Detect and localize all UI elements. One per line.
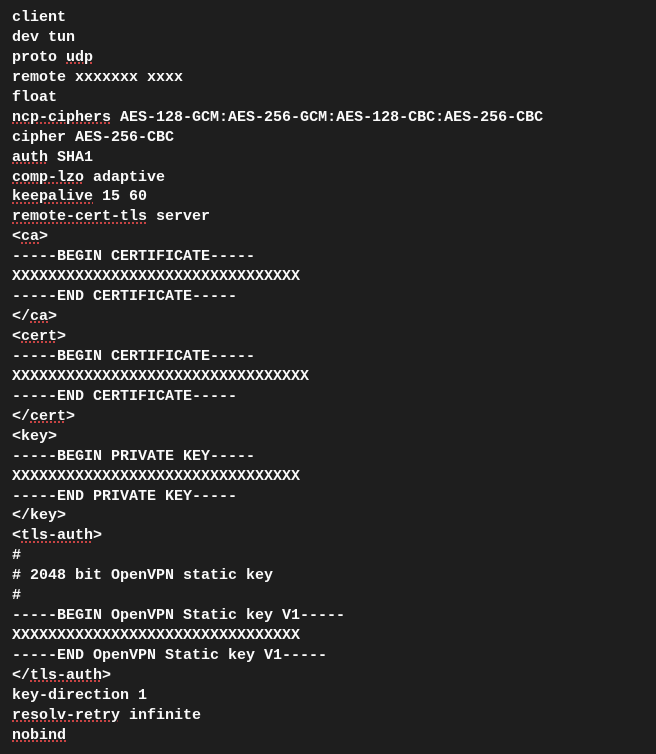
config-text: -----END OpenVPN Static key V1----- [12,647,327,664]
config-text: > [93,527,102,544]
spell-underline-text: keepalive [12,188,93,205]
config-line: ncp-ciphers AES-128-GCM:AES-256-GCM:AES-… [12,108,644,128]
config-text: -----END PRIVATE KEY----- [12,488,237,505]
config-line: # 2048 bit OpenVPN static key [12,566,644,586]
config-text: <key> [12,428,57,445]
config-line: -----BEGIN CERTIFICATE----- [12,347,644,367]
config-line: resolv-retry infinite [12,706,644,726]
spell-underline-text: remote-cert-tls [12,208,147,225]
config-text: </ [12,408,30,425]
config-line: nobind [12,726,644,746]
config-line: -----END OpenVPN Static key V1----- [12,646,644,666]
config-text: AES-128-GCM:AES-256-GCM:AES-128-CBC:AES-… [111,109,543,126]
config-text: </ [12,308,30,325]
config-line: <cert> [12,327,644,347]
config-line: <tls-auth> [12,526,644,546]
config-text: > [48,308,57,325]
config-text: > [102,667,111,684]
config-text: client [12,9,66,26]
config-line: -----BEGIN OpenVPN Static key V1----- [12,606,644,626]
config-text: # [12,587,21,604]
spell-underline-text: tls-auth [21,527,93,544]
config-text: -----END CERTIFICATE----- [12,288,237,305]
config-line: </tls-auth> [12,666,644,686]
config-line: <key> [12,427,644,447]
config-line: auth SHA1 [12,148,644,168]
spell-underline-text: udp [66,49,93,66]
spell-underline-text: tls-auth [30,667,102,684]
config-text: remote xxxxxxx xxxx [12,69,183,86]
config-text: cipher AES-256-CBC [12,129,174,146]
config-line: -----END PRIVATE KEY----- [12,487,644,507]
config-text: key-direction 1 [12,687,147,704]
config-line: key-direction 1 [12,686,644,706]
config-text: # [12,547,21,564]
config-line: dev tun [12,28,644,48]
config-line: </ca> [12,307,644,327]
config-line: # [12,586,644,606]
spell-underline-text: cert [30,408,66,425]
config-line: remote-cert-tls server [12,207,644,227]
config-text: < [12,228,21,245]
config-line: XXXXXXXXXXXXXXXXXXXXXXXXXXXXXXXX [12,626,644,646]
config-line: cipher AES-256-CBC [12,128,644,148]
config-line: -----END CERTIFICATE----- [12,387,644,407]
config-text: XXXXXXXXXXXXXXXXXXXXXXXXXXXXXXXX [12,468,300,485]
config-text: float [12,89,57,106]
config-text: </ [12,667,30,684]
config-text: -----BEGIN CERTIFICATE----- [12,348,255,365]
config-line: -----BEGIN PRIVATE KEY----- [12,447,644,467]
spell-underline-text: nobind [12,727,66,744]
config-text: dev tun [12,29,75,46]
openvpn-config-view: clientdev tunproto udpremote xxxxxxx xxx… [12,8,644,746]
config-text: -----END CERTIFICATE----- [12,388,237,405]
config-text: </key> [12,507,66,524]
spell-underline-text: comp-lzo [12,169,84,186]
config-text: SHA1 [48,149,93,166]
config-text: > [66,408,75,425]
spell-underline-text: ca [30,308,48,325]
spell-underline-text: cert [21,328,57,345]
config-text: -----BEGIN CERTIFICATE----- [12,248,255,265]
config-text: XXXXXXXXXXXXXXXXXXXXXXXXXXXXXXXXX [12,368,309,385]
config-line: XXXXXXXXXXXXXXXXXXXXXXXXXXXXXXXX [12,267,644,287]
config-line: remote xxxxxxx xxxx [12,68,644,88]
config-line: -----BEGIN CERTIFICATE----- [12,247,644,267]
config-text: # 2048 bit OpenVPN static key [12,567,273,584]
config-line: float [12,88,644,108]
config-line: XXXXXXXXXXXXXXXXXXXXXXXXXXXXXXXX [12,467,644,487]
config-text: < [12,527,21,544]
spell-underline-text: auth [12,149,48,166]
spell-underline-text: resolv-retry [12,707,120,724]
config-line: # [12,546,644,566]
config-line: </key> [12,506,644,526]
config-text: server [147,208,210,225]
config-text: -----BEGIN OpenVPN Static key V1----- [12,607,345,624]
config-text: < [12,328,21,345]
config-line: </cert> [12,407,644,427]
config-line: -----END CERTIFICATE----- [12,287,644,307]
spell-underline-text: ncp-ciphers [12,109,111,126]
config-line: keepalive 15 60 [12,187,644,207]
config-line: proto udp [12,48,644,68]
config-text: XXXXXXXXXXXXXXXXXXXXXXXXXXXXXXXX [12,268,300,285]
config-line: comp-lzo adaptive [12,168,644,188]
config-text: > [39,228,48,245]
config-line: <ca> [12,227,644,247]
config-text: XXXXXXXXXXXXXXXXXXXXXXXXXXXXXXXX [12,627,300,644]
config-text: 15 60 [93,188,147,205]
config-text: -----BEGIN PRIVATE KEY----- [12,448,255,465]
config-line: XXXXXXXXXXXXXXXXXXXXXXXXXXXXXXXXX [12,367,644,387]
config-text: > [57,328,66,345]
config-text: adaptive [84,169,165,186]
config-text: proto [12,49,66,66]
config-line: client [12,8,644,28]
config-text: infinite [120,707,201,724]
spell-underline-text: ca [21,228,39,245]
